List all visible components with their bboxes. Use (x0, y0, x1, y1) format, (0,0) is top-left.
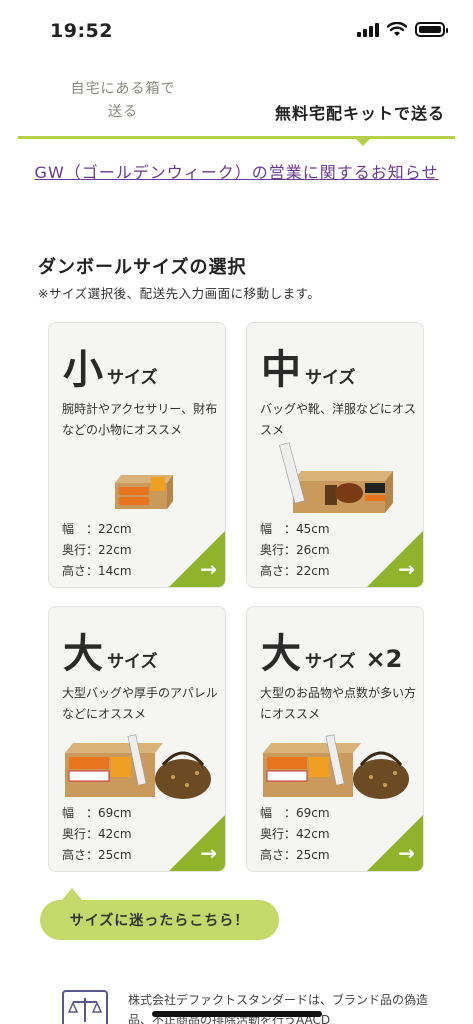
size-word: サイズ (107, 368, 158, 388)
width-label: 幅 ： (62, 522, 99, 536)
large-box-x2-image (263, 734, 409, 799)
card-title: 大 サイズ (63, 621, 158, 679)
section-title: ダンボールサイズの選択 (38, 257, 247, 278)
tab-free-kit[interactable]: 無料宅配キットで送る (275, 100, 445, 124)
arrow-right-icon[interactable]: → (398, 557, 415, 581)
card-description: 腕時計やアクセサリー、財布などの小物にオススメ (62, 402, 218, 437)
wifi-icon (387, 22, 407, 36)
height-value: 22cm (296, 564, 330, 578)
height-label: 高さ： (62, 848, 99, 862)
height-label: 高さ： (260, 848, 297, 862)
size-card-medium[interactable]: 中 サイズ バッグや靴、洋服などにオススメ 幅 ： 45cm 奥行： 26cm 高さ… (246, 322, 424, 588)
status-time: 19:52 (50, 20, 113, 42)
signal-icon (357, 22, 379, 37)
size-char: 大 (63, 631, 103, 677)
size-word: サイズ (305, 368, 356, 388)
battery-icon (415, 22, 448, 37)
arrow-right-icon[interactable]: → (200, 557, 217, 581)
home-indicator[interactable] (152, 1011, 322, 1017)
height-label: 高さ： (260, 564, 297, 578)
card-dimensions: 幅 ： 45cm 奥行： 26cm 高さ： 22cm (260, 519, 330, 582)
size-card-small[interactable]: 小 サイズ 腕時計やアクセサリー、財布などの小物にオススメ 幅 ： 22cm 奥行… (48, 322, 226, 588)
medium-box-image (279, 442, 393, 513)
width-label: 幅 ： (260, 522, 297, 536)
card-description: 大型のお品物や点数が多い方にオススメ (260, 686, 417, 721)
size-multiplier: ×2 (365, 645, 403, 673)
size-char: 大 (261, 631, 301, 677)
depth-label: 奥行： (62, 827, 99, 841)
help-bubble-pointer (62, 888, 82, 900)
size-card-large[interactable]: 大 サイズ 大型バッグや厚手のアパレルなどにオススメ 幅 ： 69cm 奥行： 42… (48, 606, 226, 872)
depth-label: 奥行： (260, 827, 297, 841)
height-label: 高さ： (62, 564, 99, 578)
small-box-image (115, 475, 173, 509)
height-value: 25cm (98, 848, 132, 862)
depth-label: 奥行： (260, 543, 297, 557)
width-value: 45cm (296, 522, 330, 536)
arrow-right-icon[interactable]: → (398, 841, 415, 865)
width-value: 22cm (98, 522, 132, 536)
large-box-image (65, 734, 211, 799)
tab-own-box-line2: 送る (108, 104, 138, 120)
height-value: 14cm (98, 564, 132, 578)
tab-active-pointer (353, 136, 373, 146)
gw-notice-link[interactable]: GW（ゴールデンウィーク）の営業に関するお知らせ (20, 160, 453, 186)
card-title: 小 サイズ (63, 337, 158, 395)
card-dimensions: 幅 ： 22cm 奥行： 22cm 高さ： 14cm (62, 519, 132, 582)
size-word: サイズ (107, 652, 158, 672)
height-value: 25cm (296, 848, 330, 862)
tab-underline (18, 136, 455, 139)
depth-value: 42cm (98, 827, 132, 841)
size-word: サイズ (305, 652, 356, 672)
depth-value: 42cm (296, 827, 330, 841)
tab-own-box[interactable]: 自宅にある箱で 送る (18, 78, 228, 124)
status-icons (357, 22, 448, 37)
depth-value: 22cm (98, 543, 132, 557)
card-description: バッグや靴、洋服などにオススメ (260, 402, 417, 437)
card-dimensions: 幅 ： 69cm 奥行： 42cm 高さ： 25cm (62, 803, 132, 866)
size-char: 小 (63, 347, 103, 393)
status-bar: 19:52 (0, 0, 473, 60)
size-card-large-x2[interactable]: 大 サイズ ×2 大型のお品物や点数が多い方にオススメ 幅 ： 69cm 奥行： 4… (246, 606, 424, 872)
card-dimensions: 幅 ： 69cm 奥行： 42cm 高さ： 25cm (260, 803, 330, 866)
depth-label: 奥行： (62, 543, 99, 557)
width-value: 69cm (296, 806, 330, 820)
width-value: 69cm (98, 806, 132, 820)
shipping-method-tabs: 自宅にある箱で 送る 無料宅配キットで送る (18, 78, 455, 146)
card-title: 中 サイズ (261, 337, 356, 395)
aacd-logo (62, 990, 108, 1024)
size-char: 中 (261, 347, 301, 393)
card-description: 大型バッグや厚手のアパレルなどにオススメ (62, 686, 218, 721)
tab-own-box-line1: 自宅にある箱で (70, 81, 176, 97)
card-title: 大 サイズ ×2 (261, 621, 402, 679)
scales-icon (67, 998, 103, 1022)
section-note: ※サイズ選択後、配送先入力画面に移動します。 (38, 286, 321, 301)
size-help-button[interactable]: サイズに迷ったらこちら！ (40, 900, 279, 940)
footer-text: 株式会社デファクトスタンダードは、ブランド品の偽造品、不正商品の排除活動を行うA… (128, 993, 429, 1024)
depth-value: 26cm (296, 543, 330, 557)
arrow-right-icon[interactable]: → (200, 841, 217, 865)
width-label: 幅 ： (62, 806, 99, 820)
width-label: 幅 ： (260, 806, 297, 820)
